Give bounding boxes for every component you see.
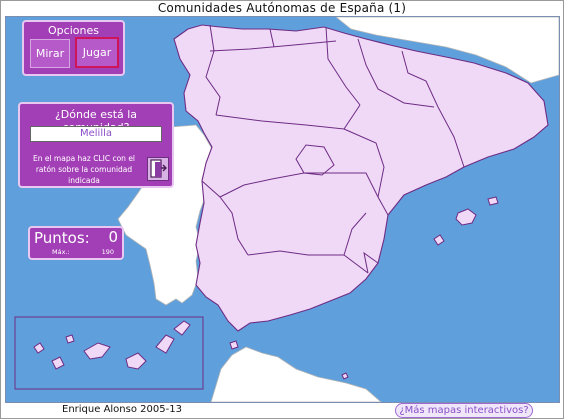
score-value: 0 <box>108 228 118 246</box>
melilla[interactable] <box>341 372 349 380</box>
author-credit: Enrique Alonso 2005-13 <box>62 404 182 415</box>
options-label: Opciones <box>48 24 99 37</box>
options-panel: Opciones Mirar Jugar <box>22 20 125 76</box>
more-maps-link[interactable]: ¿Más mapas interactivos? <box>395 403 533 418</box>
target-community-field: Melilla <box>30 126 162 142</box>
africa-land <box>210 346 382 402</box>
jugar-button[interactable]: Jugar <box>75 37 119 68</box>
mirar-button[interactable]: Mirar <box>30 39 70 68</box>
exit-door-icon[interactable] <box>147 157 169 181</box>
score-panel: Puntos: 0 Máx.: 190 <box>28 226 124 260</box>
menorca[interactable] <box>487 196 499 206</box>
spain-mainland[interactable] <box>173 24 549 332</box>
question-panel: ¿Dónde está la comunidad? Melilla En el … <box>18 102 174 188</box>
ceuta[interactable] <box>229 340 239 350</box>
ibiza[interactable] <box>433 234 445 246</box>
instructions-text: En el mapa haz CLIC con el ratón sobre l… <box>32 154 136 185</box>
max-score-value: 190 <box>101 248 114 256</box>
score-label: Puntos: <box>34 229 90 247</box>
game-title: Comunidades Autónomas de España (1) <box>157 1 407 15</box>
mallorca[interactable] <box>455 208 477 226</box>
max-score-label: Máx.: <box>52 248 70 256</box>
canary-islands[interactable] <box>33 320 191 370</box>
